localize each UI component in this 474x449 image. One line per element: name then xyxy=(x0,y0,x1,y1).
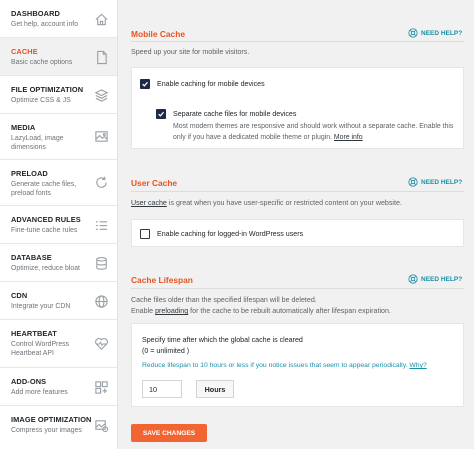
sidebar-item-desc: Basic cache options xyxy=(11,59,73,66)
sidebar-item-title: DASHBOARD xyxy=(11,9,60,18)
mobile-cache-intro: Speed up your site for mobile visitors. xyxy=(131,48,250,56)
sidebar-item-cdn[interactable]: CDN Integrate your CDN xyxy=(0,282,117,320)
need-help-label: NEED HELP? xyxy=(421,178,463,186)
section-divider xyxy=(131,41,464,42)
more-info-link[interactable]: More info xyxy=(334,134,363,141)
cache-lifespan-intro-text: for the cache to be rebuilt automaticall… xyxy=(188,307,391,315)
user-cache-link[interactable]: User cache xyxy=(131,199,167,207)
mobile-cache-options: Enable caching for mobile devices Separa… xyxy=(131,67,464,149)
lifespan-need-help-link[interactable]: NEED HELP? xyxy=(408,274,462,284)
sidebar-item-desc: Fine-tune cache rules xyxy=(11,227,78,234)
sidebar-item-title: IMAGE OPTIMIZATION xyxy=(11,415,92,424)
sidebar-item-title: FILE OPTIMIZATION xyxy=(11,85,84,94)
user-need-help-link[interactable]: NEED HELP? xyxy=(408,177,462,187)
separate-cache-description: Most modern themes are responsive and sh… xyxy=(173,122,453,143)
main-content: Mobile Cache NEED HELP? Speed up your si… xyxy=(118,0,474,449)
preloading-link[interactable]: preloading xyxy=(155,307,188,315)
user-cache-intro-text: is great when you have user-specific or … xyxy=(166,199,402,207)
image-optimization-icon xyxy=(94,418,109,433)
cache-lifespan-intro-line: Enable preloading for the cache to be re… xyxy=(131,306,391,317)
mobile-need-help-link[interactable]: NEED HELP? xyxy=(408,28,462,38)
layers-icon xyxy=(94,88,109,103)
sidebar-item-title: HEARTBEAT xyxy=(11,329,57,338)
sidebar-item-desc: Optimize CSS & JS xyxy=(11,97,71,104)
sidebar-item-title: MEDIA xyxy=(11,123,36,132)
user-cache-option: Enable caching for logged-in WordPress u… xyxy=(140,229,303,239)
addons-icon xyxy=(94,380,109,395)
cache-lifespan-title: Cache Lifespan xyxy=(131,275,193,285)
separate-mobile-cache-label: Separate cache files for mobile devices xyxy=(173,110,297,118)
sidebar-item-desc: LazyLoad, image dimensions xyxy=(11,135,64,151)
heartbeat-icon xyxy=(94,336,109,351)
sidebar-item-image-optimization[interactable]: IMAGE OPTIMIZATION Compress your images xyxy=(0,406,117,449)
cache-lifespan-intro-text: Enable xyxy=(131,307,156,315)
cache-lifespan-intro: Cache files older than the specified lif… xyxy=(131,295,391,317)
sidebar-item-dashboard[interactable]: DASHBOARD Get help, account info xyxy=(0,0,117,38)
sidebar-item-title: DATABASE xyxy=(11,253,52,262)
sidebar: DASHBOARD Get help, account info CACHE B… xyxy=(0,0,118,449)
sidebar-item-desc: Add more features xyxy=(11,389,68,396)
cache-lifespan-intro-line: Cache files older than the specified lif… xyxy=(131,296,317,304)
sidebar-item-title: PRELOAD xyxy=(11,169,48,178)
sidebar-item-cache[interactable]: CACHE Basic cache options xyxy=(0,38,117,76)
enable-user-cache-label: Enable caching for logged-in WordPress u… xyxy=(157,230,304,238)
lifespan-hint-text: Reduce lifespan to 10 hours or less if y… xyxy=(142,362,408,369)
lifespan-unit-select[interactable]: Hours xyxy=(196,380,234,398)
user-cache-intro: User cache is great when you have user-s… xyxy=(131,198,402,209)
section-divider xyxy=(131,191,464,192)
check-icon xyxy=(142,81,149,87)
refresh-icon xyxy=(94,175,109,190)
need-help-label: NEED HELP? xyxy=(421,29,463,37)
lifespan-value-input[interactable] xyxy=(142,380,182,398)
home-icon xyxy=(94,12,109,27)
separate-cache-desc-text: only if you have a dedicated mobile them… xyxy=(173,133,332,141)
sidebar-item-desc: Control WordPress Heartbeat API xyxy=(11,341,70,357)
sidebar-item-preload[interactable]: PRELOAD Generate cache files, preload fo… xyxy=(0,160,117,206)
globe-icon xyxy=(94,294,109,309)
database-icon xyxy=(94,256,109,271)
separate-cache-desc-line: only if you have a dedicated mobile them… xyxy=(173,133,453,144)
help-icon xyxy=(408,28,418,38)
separate-mobile-cache-checkbox[interactable] xyxy=(156,109,166,119)
lifespan-label-line: (0 = unlimited ) xyxy=(142,346,190,355)
sidebar-item-title: ADD-ONS xyxy=(11,377,47,386)
lifespan-hint: Reduce lifespan to 10 hours or less if y… xyxy=(142,362,427,369)
lifespan-field-label: Specify time after which the global cach… xyxy=(142,335,303,356)
check-icon xyxy=(158,111,165,117)
sidebar-item-advanced-rules[interactable]: ADVANCED RULES Fine-tune cache rules xyxy=(0,206,117,244)
image-icon xyxy=(94,129,109,144)
sidebar-item-desc: Generate cache files, preload fonts xyxy=(11,181,77,197)
file-icon xyxy=(94,50,109,65)
save-changes-button[interactable]: SAVE CHANGES xyxy=(131,424,207,442)
sidebar-item-database[interactable]: DATABASE Optimize, reduce bloat xyxy=(0,244,117,282)
sidebar-item-desc: Get help, account info xyxy=(11,21,79,28)
sidebar-item-desc: Optimize, reduce bloat xyxy=(11,265,80,272)
user-cache-title: User Cache xyxy=(131,178,178,188)
user-cache-options: Enable caching for logged-in WordPress u… xyxy=(131,219,464,247)
mobile-cache-option: Enable caching for mobile devices xyxy=(140,79,265,89)
sidebar-item-desc: Compress your images xyxy=(11,427,82,434)
sidebar-item-add-ons[interactable]: ADD-ONS Add more features xyxy=(0,368,117,406)
help-icon xyxy=(408,274,418,284)
cache-lifespan-options: Specify time after which the global cach… xyxy=(131,323,464,407)
sidebar-item-title: CACHE xyxy=(11,47,38,56)
sidebar-item-media[interactable]: MEDIA LazyLoad, image dimensions xyxy=(0,114,117,160)
section-divider xyxy=(131,288,464,289)
help-icon xyxy=(408,177,418,187)
enable-user-cache-checkbox[interactable] xyxy=(140,229,150,239)
sidebar-item-heartbeat[interactable]: HEARTBEAT Control WordPress Heartbeat AP… xyxy=(0,320,117,368)
lifespan-label-line: Specify time after which the global cach… xyxy=(142,336,303,344)
separate-cache-option: Separate cache files for mobile devices xyxy=(156,109,296,119)
sidebar-item-desc: Integrate your CDN xyxy=(11,303,71,310)
list-icon xyxy=(94,218,109,233)
need-help-label: NEED HELP? xyxy=(421,275,463,283)
enable-mobile-cache-label: Enable caching for mobile devices xyxy=(157,80,265,88)
mobile-cache-title: Mobile Cache xyxy=(131,29,185,39)
sidebar-item-title: ADVANCED RULES xyxy=(11,215,81,224)
separate-cache-desc-line: Most modern themes are responsive and sh… xyxy=(173,123,454,130)
why-link[interactable]: Why? xyxy=(409,362,426,369)
sidebar-item-title: CDN xyxy=(11,291,28,300)
enable-mobile-cache-checkbox[interactable] xyxy=(140,79,150,89)
sidebar-item-file-optimization[interactable]: FILE OPTIMIZATION Optimize CSS & JS xyxy=(0,76,117,114)
